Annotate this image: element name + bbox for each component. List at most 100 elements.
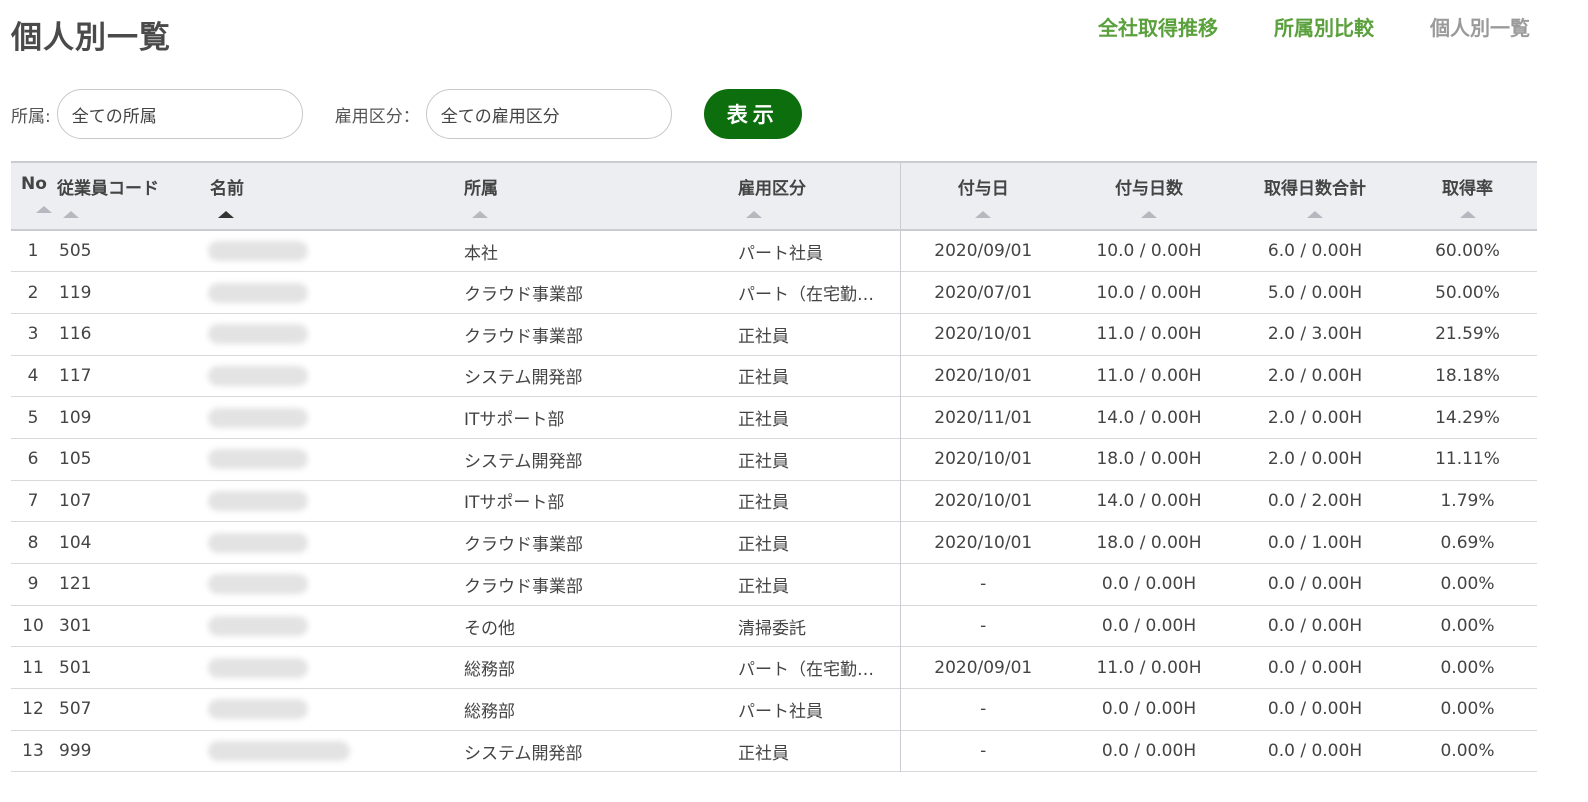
cell-employment-type: 清掃委託 [738, 618, 806, 639]
table-row[interactable]: 1 505 本社 パート社員 2020/09/01 10.0 / 0.00H 6.0 / 0… [11, 230, 1537, 272]
cell-taken-total: 0.0 / 1.00H [1267, 532, 1363, 553]
cell-taken-total: 2.0 / 0.00H [1267, 449, 1363, 470]
table-row[interactable]: 7 107 ITサポート部 正社員 2020/10/01 14.0 / 0.00H 0.0 … [11, 480, 1537, 522]
table-row[interactable]: 2 119 クラウド事業部 パート（在宅勤… 2020/07/01 10.0 / 0.00… [11, 271, 1537, 314]
table-row[interactable]: 12 507 総務部 パート社員 - 0.0 / 0.00H 0.0 / 0.00H 0.00… [11, 688, 1537, 731]
individual-list-table: No 従業員コード 名前 所属 雇用区分 付与日 付与日数 取得日数合計 取得率… [11, 161, 1537, 772]
table-row[interactable]: 9 121 クラウド事業部 正社員 - 0.0 / 0.00H 0.0 / 0.00H 0.0… [11, 563, 1537, 606]
redacted-name [208, 657, 308, 678]
cell-employee-code: 301 [59, 616, 92, 637]
employment-select[interactable]: 全ての雇用区分 [425, 89, 672, 139]
redacted-name [208, 282, 308, 303]
cell-employment-type: 正社員 [738, 368, 789, 389]
column-header-employment-type[interactable]: 雇用区分 [736, 162, 900, 230]
cell-name [200, 272, 462, 314]
cell-name [200, 397, 462, 439]
sort-arrow-icon [36, 206, 52, 213]
nav-company-trend-link[interactable]: 全社取得推移 [1098, 12, 1218, 41]
cell-employee-code: 507 [59, 699, 92, 720]
cell-grant-date: 2020/09/01 [899, 230, 1066, 272]
cell-affiliation: システム開発部 [464, 743, 583, 764]
table-row[interactable]: 5 109 ITサポート部 正社員 2020/11/01 14.0 / 0.00H 2.0 … [11, 396, 1537, 439]
cell-affiliation: 総務部 [464, 660, 515, 681]
cell-grant-date: - [899, 605, 1066, 647]
table-row[interactable]: 6 105 システム開発部 正社員 2020/10/01 18.0 / 0.00H 2.0 … [11, 438, 1537, 481]
table-row[interactable]: 3 116 クラウド事業部 正社員 2020/10/01 11.0 / 0.00H 2.0 … [11, 313, 1537, 356]
top-navigation: 全社取得推移 所属別比較 個人別一覧 [1098, 12, 1530, 41]
cell-taken-total: 0.0 / 0.00H [1267, 657, 1363, 678]
cell-grant-date: 2020/10/01 [899, 480, 1066, 522]
cell-employment-type: 正社員 [738, 493, 789, 514]
cell-rate: 0.00% [1440, 741, 1495, 762]
cell-grant-days: 11.0 / 0.00H [1096, 657, 1202, 678]
cell-name [200, 647, 462, 689]
affiliation-select[interactable]: 全ての所属 [56, 89, 303, 139]
cell-affiliation: 本社 [464, 243, 498, 264]
cell-affiliation: クラウド事業部 [464, 576, 583, 597]
column-header-no[interactable]: No [11, 162, 57, 230]
cell-name [200, 522, 462, 564]
table-row[interactable]: 8 104 クラウド事業部 正社員 2020/10/01 18.0 / 0.00H 0.0 … [11, 521, 1537, 564]
redacted-name [208, 616, 308, 637]
cell-employment-type: パート社員 [738, 243, 823, 264]
cell-grant-days: 14.0 / 0.00H [1096, 490, 1202, 511]
cell-grant-date: 2020/10/01 [899, 521, 1066, 564]
table-row[interactable]: 10 301 その他 清掃委託 - 0.0 / 0.00H 0.0 / 0.00H 0.00% [11, 605, 1537, 647]
cell-name [200, 355, 462, 397]
cell-affiliation: クラウド事業部 [464, 326, 583, 347]
column-header-affiliation[interactable]: 所属 [462, 162, 736, 230]
redacted-name [208, 449, 308, 470]
table-row[interactable]: 11 501 総務部 パート（在宅勤… 2020/09/01 11.0 / 0.00H 0.… [11, 646, 1537, 689]
cell-taken-total: 0.0 / 0.00H [1267, 616, 1363, 637]
column-header-grant-days[interactable]: 付与日数 [1066, 162, 1232, 230]
cell-employment-type: パート（在宅勤… [738, 285, 874, 306]
redacted-name [208, 741, 350, 762]
column-header-name[interactable]: 名前 [200, 162, 462, 230]
column-header-taken-total[interactable]: 取得日数合計 [1232, 162, 1398, 230]
sort-arrow-icon [746, 211, 762, 218]
cell-employee-code: 116 [59, 324, 92, 345]
cell-grant-date: 2020/10/01 [899, 355, 1066, 397]
cell-employee-code: 109 [59, 407, 92, 428]
cell-employee-code: 119 [59, 282, 92, 303]
cell-taken-total: 2.0 / 3.00H [1267, 324, 1363, 345]
cell-name [200, 689, 462, 731]
column-header-grant-date[interactable]: 付与日 [899, 162, 1066, 230]
cell-affiliation: クラウド事業部 [464, 535, 583, 556]
cell-rate: 60.00% [1435, 241, 1500, 262]
cell-no: 8 [27, 532, 39, 553]
sort-arrow-icon [472, 211, 488, 218]
cell-no: 4 [27, 365, 39, 386]
cell-rate: 50.00% [1435, 282, 1500, 303]
redacted-name [208, 699, 308, 720]
cell-employment-type: 正社員 [738, 743, 789, 764]
cell-employment-type: 正社員 [738, 410, 789, 431]
cell-no: 2 [27, 282, 39, 303]
cell-rate: 0.69% [1440, 532, 1495, 553]
redacted-name [208, 407, 308, 428]
show-button[interactable]: 表示 [703, 89, 802, 139]
cell-rate: 21.59% [1435, 324, 1500, 345]
filter-bar: 所属: 全ての所属 雇用区分： 全ての雇用区分 表示 [11, 89, 802, 139]
cell-employment-type: 正社員 [738, 326, 789, 347]
nav-affiliation-compare-link[interactable]: 所属別比較 [1274, 12, 1374, 41]
table-row[interactable]: 4 117 システム開発部 正社員 2020/10/01 11.0 / 0.00H 2.0 … [11, 355, 1537, 397]
cell-rate: 0.00% [1440, 616, 1495, 637]
cell-taken-total: 6.0 / 0.00H [1267, 241, 1363, 262]
sort-arrow-icon [1307, 211, 1323, 218]
cell-affiliation: ITサポート部 [464, 410, 565, 431]
cell-employment-type: 正社員 [738, 451, 789, 472]
sort-arrow-icon-active [218, 211, 234, 218]
cell-grant-date: - [899, 688, 1066, 731]
column-header-rate[interactable]: 取得率 [1398, 162, 1537, 230]
cell-rate: 18.18% [1435, 365, 1500, 386]
table-row[interactable]: 13 999 システム開発部 正社員 - 0.0 / 0.00H 0.0 / 0.00H 0.… [11, 730, 1537, 772]
cell-name [200, 480, 462, 522]
cell-grant-days: 11.0 / 0.00H [1096, 365, 1202, 386]
column-header-employee-code[interactable]: 従業員コード [57, 162, 200, 230]
cell-grant-date: - [899, 730, 1066, 772]
cell-employee-code: 121 [59, 574, 92, 595]
affiliation-select-value: 全ての所属 [71, 106, 157, 127]
cell-grant-days: 0.0 / 0.00H [1101, 574, 1197, 595]
sort-arrow-icon [975, 211, 992, 218]
